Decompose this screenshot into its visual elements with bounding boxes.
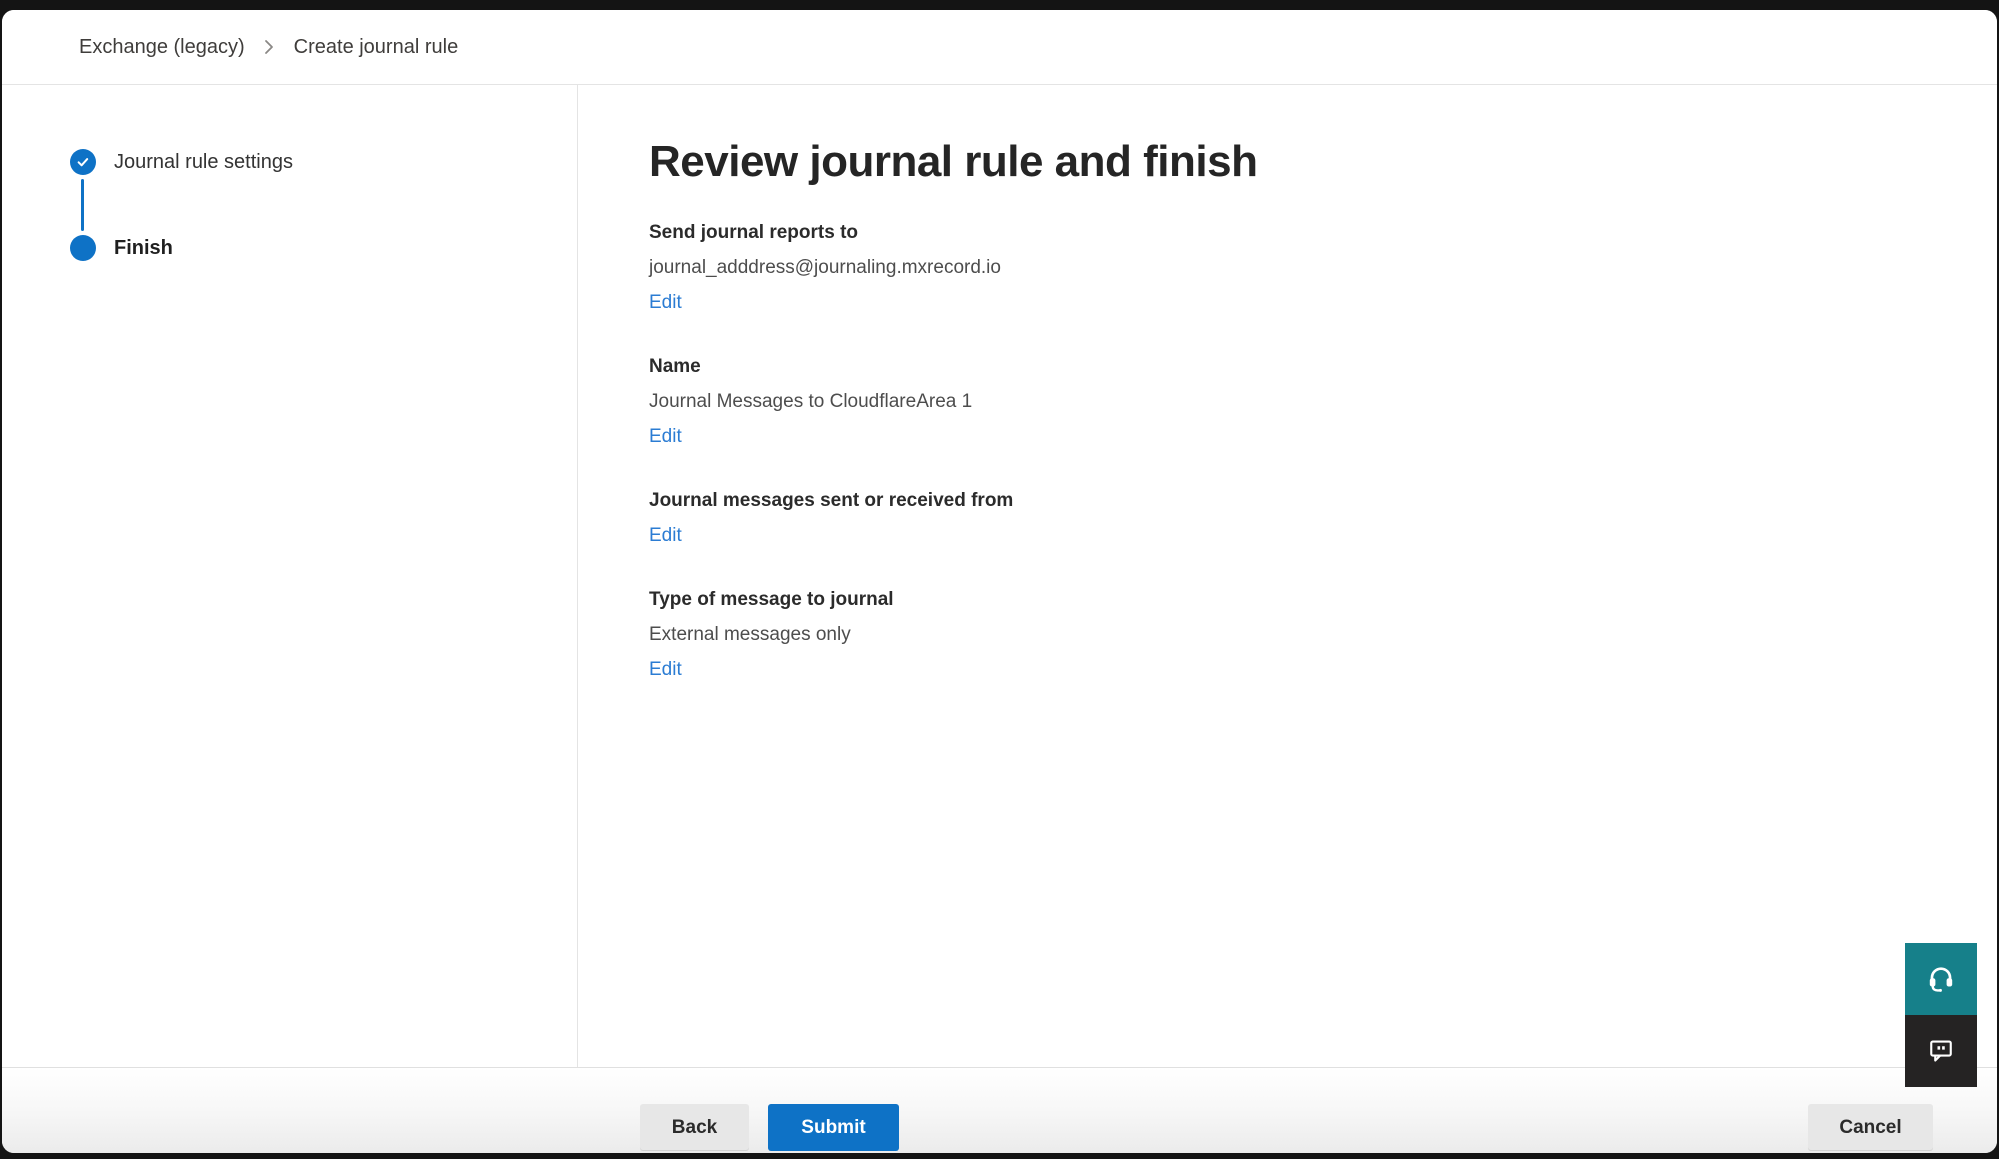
floating-side-buttons	[1905, 943, 1977, 1087]
edit-journal-scope-link[interactable]: Edit	[649, 524, 682, 548]
app-window: Exchange (legacy) Create journal rule Jo…	[2, 10, 1997, 1153]
section-label: Journal messages sent or received from	[649, 489, 1957, 513]
section-name: Name Journal Messages to CloudflareArea …	[649, 355, 1957, 449]
wizard-steps-panel: Journal rule settings Finish	[2, 85, 578, 1067]
step-completed-check-icon	[70, 149, 96, 175]
edit-name-link[interactable]: Edit	[649, 425, 682, 449]
section-value: Journal Messages to CloudflareArea 1	[649, 390, 1957, 414]
cancel-button[interactable]: Cancel	[1808, 1104, 1933, 1151]
review-panel: Review journal rule and finish Send jour…	[578, 85, 1997, 1067]
back-button[interactable]: Back	[640, 1104, 749, 1151]
submit-button[interactable]: Submit	[768, 1104, 899, 1151]
help-button[interactable]	[1905, 943, 1977, 1015]
step-journal-rule-settings[interactable]: Journal rule settings	[114, 149, 293, 175]
edit-message-type-link[interactable]: Edit	[649, 658, 682, 682]
page-title: Review journal rule and finish	[649, 137, 1957, 187]
wizard-action-bar: Back Submit Cancel	[2, 1067, 1997, 1153]
section-label: Name	[649, 355, 1957, 379]
section-label: Send journal reports to	[649, 221, 1957, 245]
edit-send-journal-reports-link[interactable]: Edit	[649, 291, 682, 315]
section-journal-scope: Journal messages sent or received from E…	[649, 489, 1957, 548]
breadcrumb-create-journal-rule: Create journal rule	[294, 36, 459, 59]
feedback-button[interactable]	[1905, 1015, 1977, 1087]
step-current-dot-icon	[70, 235, 96, 261]
comment-icon	[1926, 1035, 1956, 1068]
step-connector-line	[81, 179, 84, 231]
chevron-right-icon	[263, 37, 276, 57]
section-value: journal_adddress@journaling.mxrecord.io	[649, 256, 1957, 280]
section-label: Type of message to journal	[649, 588, 1957, 612]
section-message-type: Type of message to journal External mess…	[649, 588, 1957, 682]
headset-icon	[1925, 962, 1957, 997]
breadcrumb-exchange-legacy[interactable]: Exchange (legacy)	[79, 36, 245, 59]
section-value: External messages only	[649, 623, 1957, 647]
section-send-journal-reports: Send journal reports to journal_adddress…	[649, 221, 1957, 315]
step-finish: Finish	[114, 235, 173, 261]
wizard-body: Journal rule settings Finish Review jour…	[2, 85, 1997, 1067]
breadcrumb: Exchange (legacy) Create journal rule	[2, 10, 1997, 85]
